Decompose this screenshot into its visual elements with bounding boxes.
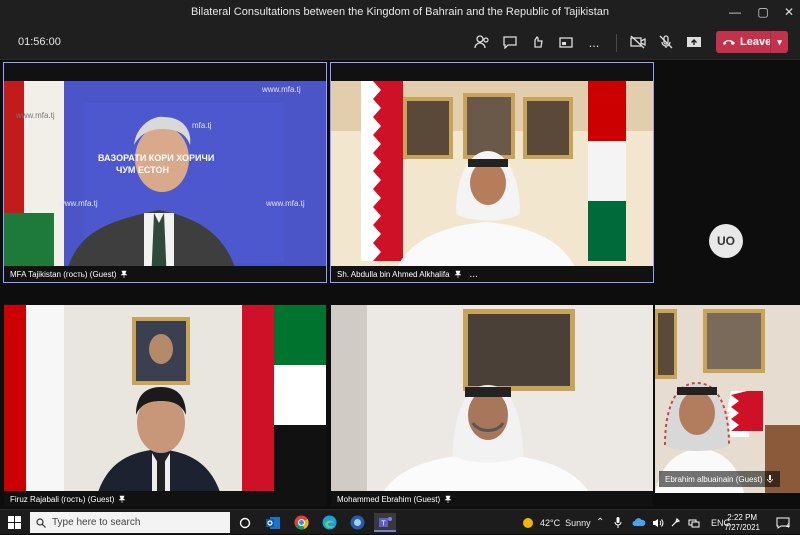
pin-icon bbox=[445, 495, 452, 503]
participant-tile-abdulla-alkhalifa[interactable]: Sh. Abdulla bin Ahmed Alkhalifa ... bbox=[330, 62, 654, 283]
edge-icon[interactable] bbox=[318, 513, 340, 532]
video-stage: www.mfa.tj www.mfa.tj www.mfa.tj mfa.tj … bbox=[0, 61, 800, 509]
participant-name-label: Sh. Abdulla bin Ahmed Alkhalifa ... bbox=[331, 266, 653, 282]
leave-button[interactable]: Leave ▾ bbox=[716, 31, 788, 53]
sun-icon bbox=[523, 517, 533, 528]
task-view-icon[interactable] bbox=[234, 513, 256, 532]
video-feed bbox=[331, 305, 653, 507]
participant-name-label: Firuz Rajabali (гость) (Guest) bbox=[4, 491, 326, 507]
participant-more-icon[interactable]: ... bbox=[470, 269, 478, 280]
camera-off-icon[interactable] bbox=[626, 31, 650, 53]
participant-tile-mohammed-ebrahim[interactable]: Mohammed Ebrahim (Guest) bbox=[331, 305, 653, 507]
weather-widget[interactable]: 42°C Sunny bbox=[522, 510, 591, 535]
chevron-up-icon[interactable]: ⌃ bbox=[596, 510, 604, 535]
people-icon[interactable] bbox=[470, 31, 494, 53]
participant-tile-mfa-tajikistan[interactable]: www.mfa.tj www.mfa.tj www.mfa.tj mfa.tj … bbox=[3, 62, 327, 283]
network-icon[interactable] bbox=[688, 510, 700, 535]
rooms-icon[interactable] bbox=[554, 31, 578, 53]
cloud-icon[interactable] bbox=[632, 510, 646, 535]
notifications-icon[interactable]: 4 bbox=[776, 510, 790, 535]
participant-name-label: MFA Tajikistan (гость) (Guest) bbox=[4, 266, 326, 282]
participant-name-label: Mohammed Ebrahim (Guest) bbox=[331, 491, 653, 507]
participant-name-label: Ebrahim albuainain (Guest) bbox=[659, 471, 781, 487]
pin-icon bbox=[121, 270, 128, 278]
participant-tile-ebrahim-albuainain[interactable]: Ebrahim albuainain (Guest) bbox=[655, 305, 800, 493]
settings-tray-icon[interactable] bbox=[670, 510, 681, 535]
window-title: Bilateral Consultations between the King… bbox=[190, 6, 610, 18]
search-icon bbox=[36, 517, 46, 528]
pin-icon bbox=[119, 495, 126, 503]
chat-icon[interactable] bbox=[498, 31, 522, 53]
microphone-tray-icon[interactable] bbox=[614, 510, 622, 535]
video-feed bbox=[4, 305, 326, 507]
svg-text:T: T bbox=[381, 520, 386, 527]
meeting-timer: 01:56:00 bbox=[18, 36, 61, 48]
title-bar: Bilateral Consultations between the King… bbox=[0, 0, 800, 24]
leave-options-chevron-icon[interactable]: ▾ bbox=[770, 31, 788, 53]
teams-icon[interactable]: T bbox=[374, 513, 396, 532]
taskbar: Type here to search T 42°C Sunny ⌃ ENG 2… bbox=[0, 509, 800, 534]
maximize-button[interactable]: ▢ bbox=[750, 0, 776, 24]
taskbar-search-input[interactable]: Type here to search bbox=[30, 512, 230, 533]
phone-hangup-icon bbox=[723, 40, 735, 45]
outlook-icon[interactable] bbox=[262, 513, 284, 532]
pin-icon bbox=[454, 270, 461, 278]
clock[interactable]: 2:22 PM 7/27/2021 bbox=[724, 513, 760, 533]
avatar[interactable]: UO bbox=[709, 224, 743, 258]
windows-start-icon[interactable] bbox=[8, 516, 21, 534]
video-feed bbox=[655, 305, 800, 493]
chrome-icon[interactable] bbox=[290, 513, 312, 532]
share-screen-icon[interactable] bbox=[682, 31, 706, 53]
participant-tile-firuz-rajabali[interactable]: Firuz Rajabali (гость) (Guest) bbox=[4, 305, 326, 507]
mic-icon bbox=[767, 475, 774, 483]
reactions-icon[interactable] bbox=[526, 31, 550, 53]
toolbar-divider bbox=[616, 34, 617, 52]
volume-icon[interactable] bbox=[652, 510, 664, 535]
mic-off-icon[interactable] bbox=[654, 31, 678, 53]
edge-dev-icon[interactable] bbox=[346, 513, 368, 532]
close-button[interactable]: ✕ bbox=[776, 0, 800, 24]
video-feed bbox=[331, 63, 653, 282]
more-actions-icon[interactable]: ... bbox=[582, 31, 606, 53]
minimize-button[interactable]: — bbox=[722, 0, 748, 24]
meeting-toolbar: 01:56:00 ... Leave ▾ bbox=[0, 24, 800, 60]
